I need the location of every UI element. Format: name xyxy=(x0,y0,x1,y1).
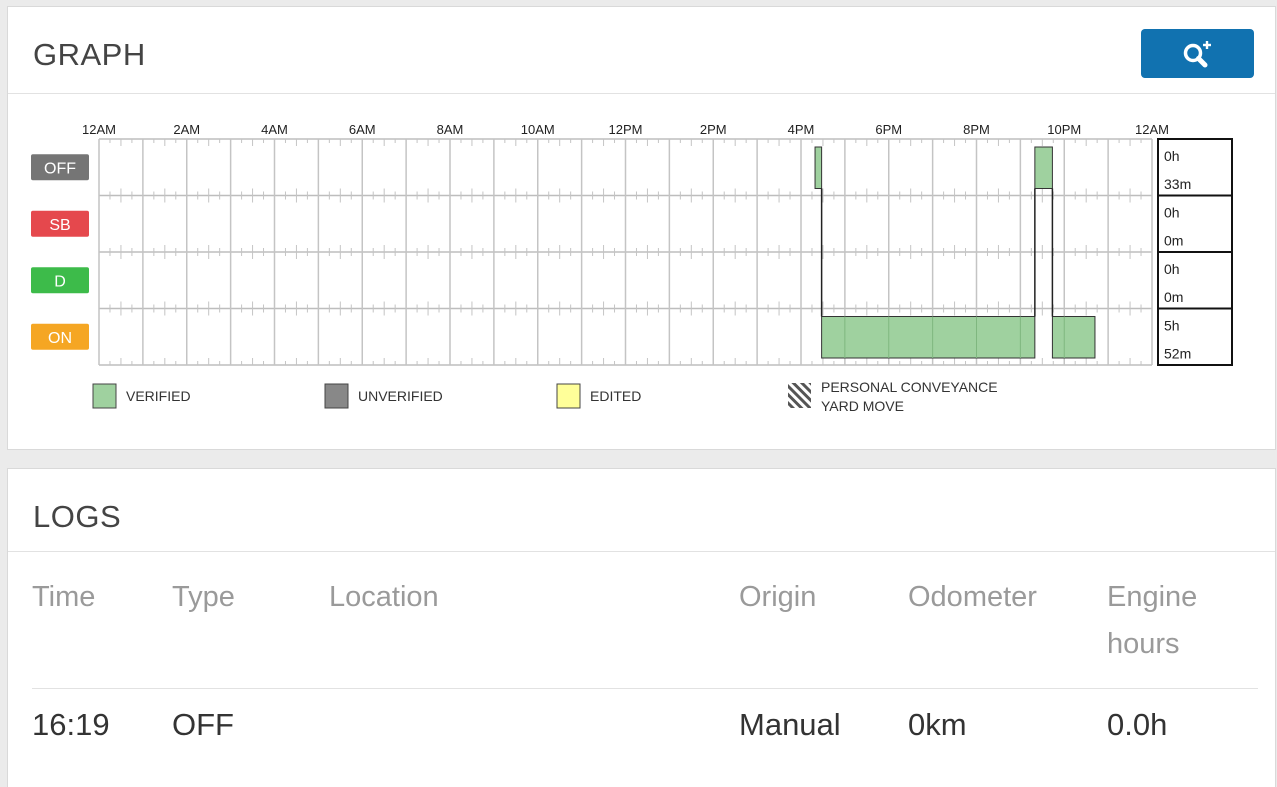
cell-engine-hours: 0.0h xyxy=(1107,707,1168,742)
status-total-minutes: 33m xyxy=(1164,176,1191,192)
personal-conveyance-icon xyxy=(788,383,811,408)
status-total-hours: 0h xyxy=(1164,205,1180,221)
column-header-time[interactable]: Time xyxy=(32,554,172,689)
legend-swatch xyxy=(92,383,117,409)
time-label: 2PM xyxy=(700,122,727,137)
logs-header-row: Time Type Location Origin Odometer Engin… xyxy=(32,554,1258,689)
legend-label: EDITED xyxy=(590,388,641,404)
cell-time: 16:19 xyxy=(32,707,110,742)
status-total-hours: 0h xyxy=(1164,261,1180,277)
status-total-hours: 5h xyxy=(1164,318,1180,334)
cell-origin: Manual xyxy=(739,707,841,742)
status-total-minutes: 0m xyxy=(1164,289,1183,305)
legend-label: PERSONAL CONVEYANCE xyxy=(821,379,998,395)
legend: VERIFIED UNVERIFIED EDITED PERSONAL CONVEYA… xyxy=(92,379,998,414)
time-label: 10AM xyxy=(521,122,555,137)
status-total-minutes: 52m xyxy=(1164,346,1191,362)
duty-segment-off xyxy=(814,146,823,189)
status-totals: 0h 33m 0h 0m 0h 0m 5h 52m xyxy=(1157,138,1233,366)
cell-location xyxy=(329,689,739,762)
time-label: 12AM xyxy=(82,122,116,137)
column-header-engine-hours[interactable]: Engine hours xyxy=(1107,554,1258,689)
legend-swatch xyxy=(324,383,349,409)
logs-header: LOGS xyxy=(8,469,1275,552)
time-label: 12PM xyxy=(609,122,643,137)
time-label: 8PM xyxy=(963,122,990,137)
duty-segment-on xyxy=(1051,316,1096,359)
status-label-d: D xyxy=(54,273,66,290)
time-label: 4PM xyxy=(788,122,815,137)
column-header-location[interactable]: Location xyxy=(329,554,739,689)
time-label: 2AM xyxy=(173,122,200,137)
status-label-sb: SB xyxy=(49,217,70,234)
status-label-off: OFF xyxy=(44,160,76,177)
column-header-odometer[interactable]: Odometer xyxy=(908,554,1107,689)
column-header-origin[interactable]: Origin xyxy=(739,554,908,689)
cell-type: OFF xyxy=(172,707,234,742)
status-label-on: ON xyxy=(48,330,72,347)
time-label: 4AM xyxy=(261,122,288,137)
time-label: 8AM xyxy=(437,122,464,137)
duty-segment-off xyxy=(1034,146,1053,189)
logs-title: LOGS xyxy=(33,499,122,534)
table-row[interactable]: 16:19 OFF Manual 0km 0.0h xyxy=(32,689,1258,762)
legend-swatch xyxy=(556,383,581,409)
cell-odometer: 0km xyxy=(908,707,967,742)
legend-label: YARD MOVE xyxy=(821,398,904,414)
time-label: 12AM xyxy=(1135,122,1169,137)
legend-label: UNVERIFIED xyxy=(358,388,443,404)
logs-table: Time Type Location Origin Odometer Engin… xyxy=(32,554,1258,761)
graph-card: GRAPH 12AM 2AM 4AM 6AM 8AM 10AM 12PM 2PM 4PM 6PM 8… xyxy=(7,6,1276,450)
time-label: 6PM xyxy=(875,122,902,137)
column-header-type[interactable]: Type xyxy=(172,554,329,689)
time-label: 6AM xyxy=(349,122,376,137)
duty-status-chart: 12AM 2AM 4AM 6AM 8AM 10AM 12PM 2PM 4PM 6PM 8PM 10PM… xyxy=(31,122,1233,414)
logs-card: LOGS Time Type Location Origin Odometer … xyxy=(7,468,1276,787)
status-total-minutes: 0m xyxy=(1164,233,1183,249)
legend-label: VERIFIED xyxy=(126,388,191,404)
status-total-hours: 0h xyxy=(1164,148,1180,164)
duty-segment-on xyxy=(821,316,1036,359)
time-label: 10PM xyxy=(1047,122,1081,137)
